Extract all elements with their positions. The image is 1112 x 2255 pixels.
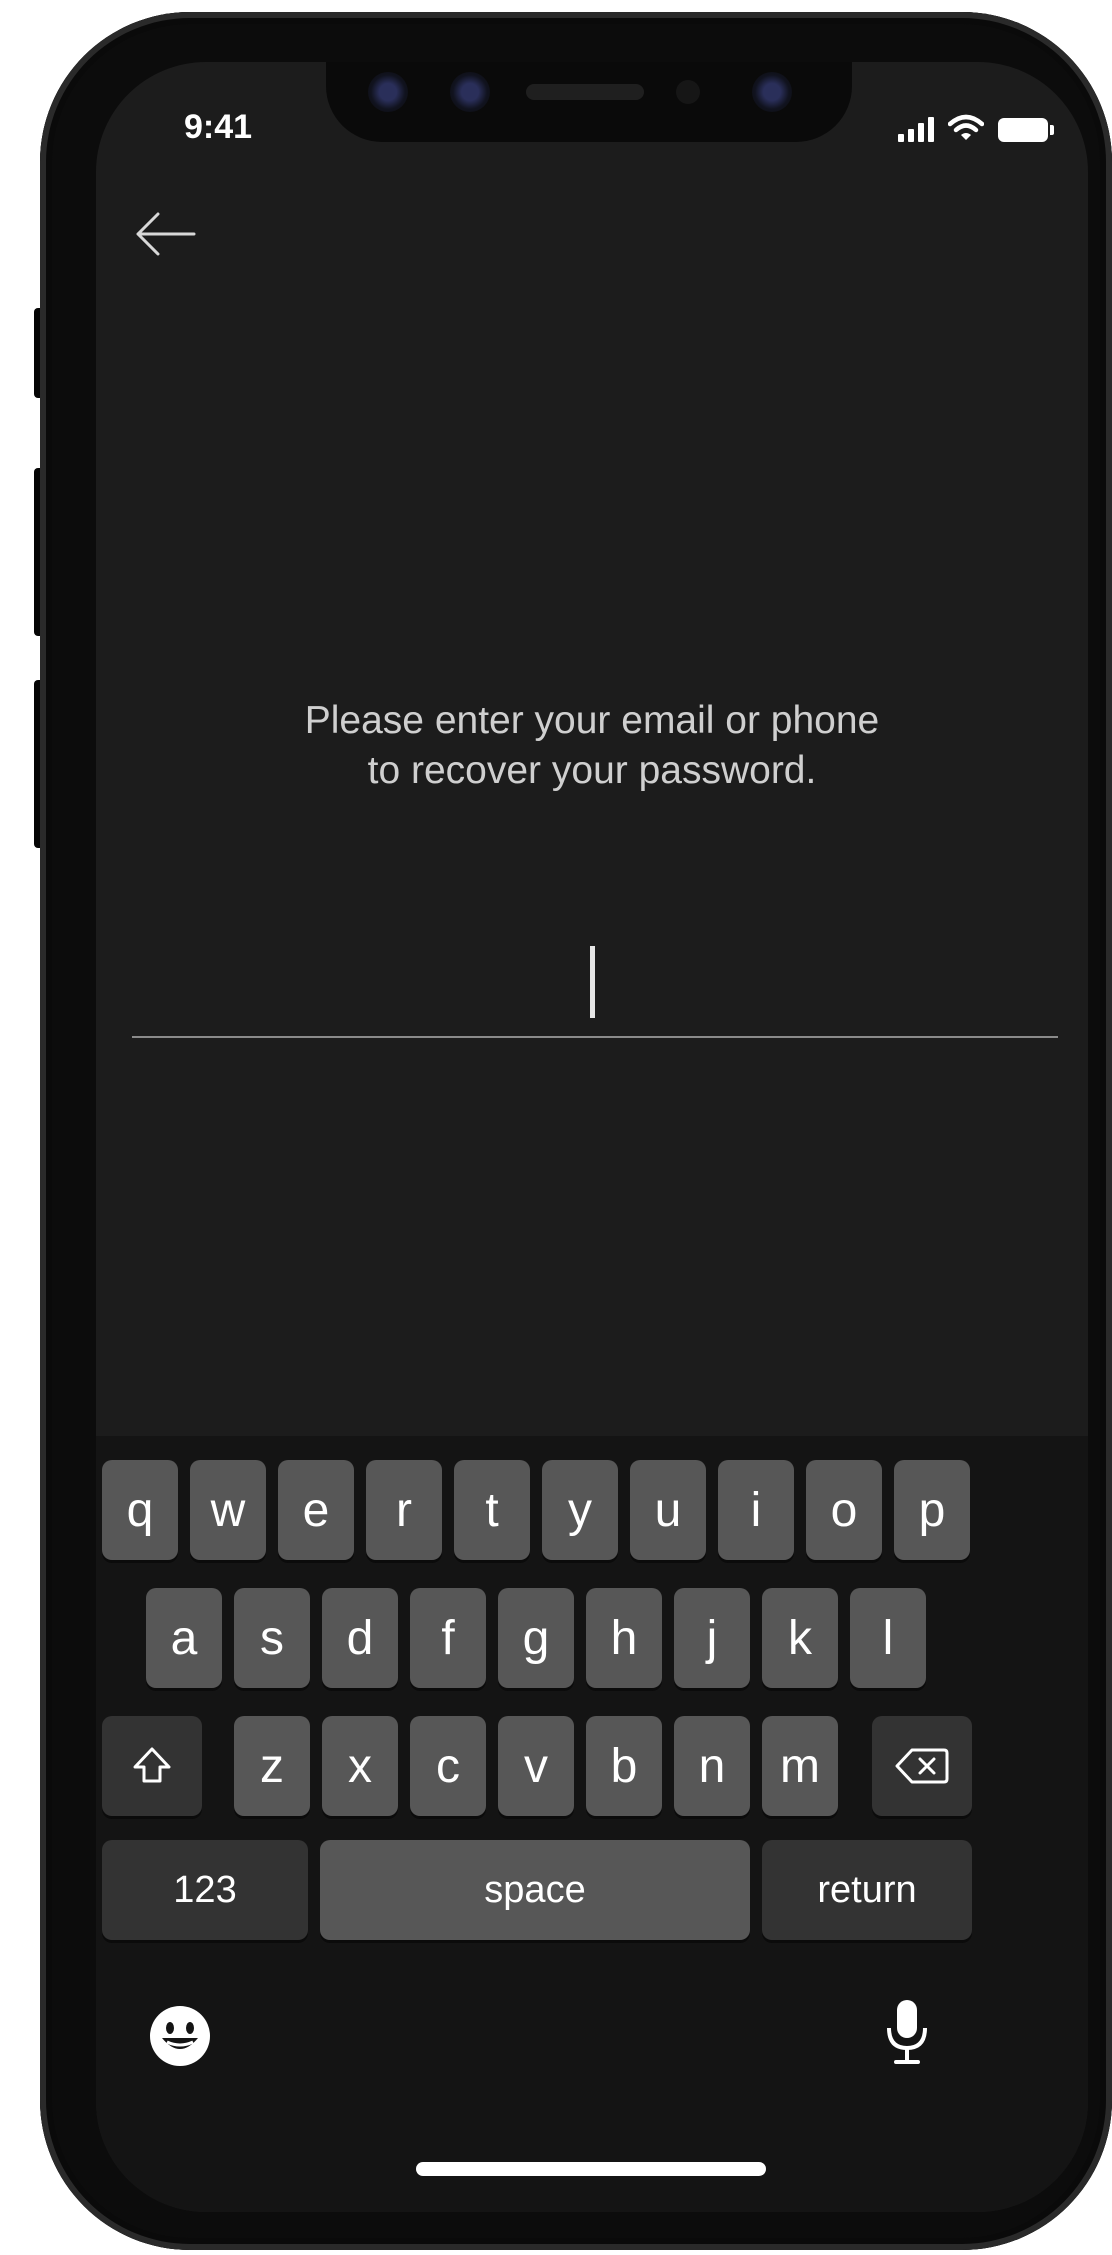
home-indicator[interactable] bbox=[416, 2162, 766, 2176]
email-or-phone-field[interactable] bbox=[132, 928, 1062, 1034]
key-q[interactable]: q bbox=[102, 1460, 178, 1560]
shift-icon bbox=[133, 1747, 171, 1783]
numbers-key[interactable]: 123 bbox=[102, 1840, 308, 1940]
key-u[interactable]: u bbox=[630, 1460, 706, 1560]
status-icons bbox=[898, 108, 1054, 142]
delete-key[interactable] bbox=[872, 1716, 972, 1816]
dictation-button[interactable] bbox=[882, 1998, 932, 2068]
key-v[interactable]: v bbox=[498, 1716, 574, 1816]
microphone-icon bbox=[887, 2000, 927, 2064]
notch bbox=[326, 62, 852, 142]
key-r[interactable]: r bbox=[366, 1460, 442, 1560]
recovery-instructions-line-1: Please enter your email or phone bbox=[304, 699, 880, 742]
key-i[interactable]: i bbox=[718, 1460, 794, 1560]
delete-icon bbox=[895, 1748, 949, 1784]
recovery-instructions-line-2: to recover your password. bbox=[367, 749, 817, 792]
face-sensor-icon bbox=[450, 72, 490, 112]
cellular-signal-icon bbox=[898, 116, 934, 142]
emoji-icon bbox=[150, 2006, 210, 2066]
key-s[interactable]: s bbox=[234, 1588, 310, 1688]
key-z[interactable]: z bbox=[234, 1716, 310, 1816]
status-time: 9:41 bbox=[184, 108, 253, 146]
key-f[interactable]: f bbox=[410, 1588, 486, 1688]
shift-key[interactable] bbox=[102, 1716, 202, 1816]
key-o[interactable]: o bbox=[806, 1460, 882, 1560]
back-button[interactable] bbox=[128, 204, 200, 264]
key-l[interactable]: l bbox=[850, 1588, 926, 1688]
key-j[interactable]: j bbox=[674, 1588, 750, 1688]
camera-lens-icon bbox=[752, 72, 792, 112]
key-x[interactable]: x bbox=[322, 1716, 398, 1816]
key-t[interactable]: t bbox=[454, 1460, 530, 1560]
space-key[interactable]: space bbox=[320, 1840, 750, 1940]
key-k[interactable]: k bbox=[762, 1588, 838, 1688]
key-n[interactable]: n bbox=[674, 1716, 750, 1816]
key-h[interactable]: h bbox=[586, 1588, 662, 1688]
battery-icon bbox=[998, 118, 1054, 142]
text-cursor bbox=[590, 946, 595, 1018]
phone-screen: 9:41 Please enter your email or phone to… bbox=[96, 62, 1088, 2212]
speaker-grille bbox=[526, 84, 644, 100]
return-key[interactable]: return bbox=[762, 1840, 972, 1940]
proximity-sensor bbox=[676, 80, 700, 104]
field-underline bbox=[132, 1036, 1058, 1038]
wifi-icon bbox=[948, 114, 984, 140]
key-w[interactable]: w bbox=[190, 1460, 266, 1560]
email-or-phone-field-container[interactable] bbox=[132, 928, 1062, 1038]
key-e[interactable]: e bbox=[278, 1460, 354, 1560]
emoji-button[interactable] bbox=[148, 2004, 212, 2068]
key-g[interactable]: g bbox=[498, 1588, 574, 1688]
key-d[interactable]: d bbox=[322, 1588, 398, 1688]
key-m[interactable]: m bbox=[762, 1716, 838, 1816]
key-a[interactable]: a bbox=[146, 1588, 222, 1688]
on-screen-keyboard: q w e r t y u i o p a s d f g h j k l z … bbox=[96, 1436, 1088, 2212]
key-p[interactable]: p bbox=[894, 1460, 970, 1560]
key-b[interactable]: b bbox=[586, 1716, 662, 1816]
front-camera-icon bbox=[368, 72, 408, 112]
key-c[interactable]: c bbox=[410, 1716, 486, 1816]
key-y[interactable]: y bbox=[542, 1460, 618, 1560]
arrow-left-icon bbox=[136, 212, 196, 256]
